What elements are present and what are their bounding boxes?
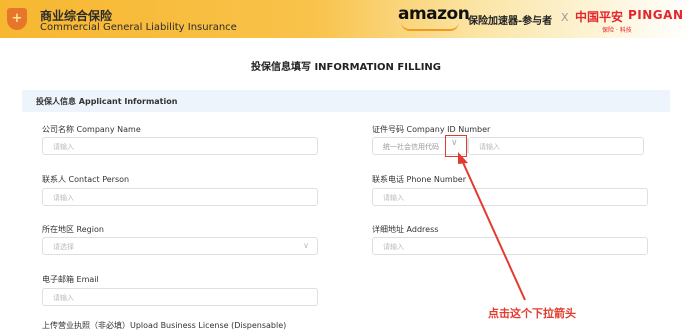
annotation-text: 点击这个下拉箭头 [488,307,576,320]
annotation-arrow-icon [458,152,526,301]
